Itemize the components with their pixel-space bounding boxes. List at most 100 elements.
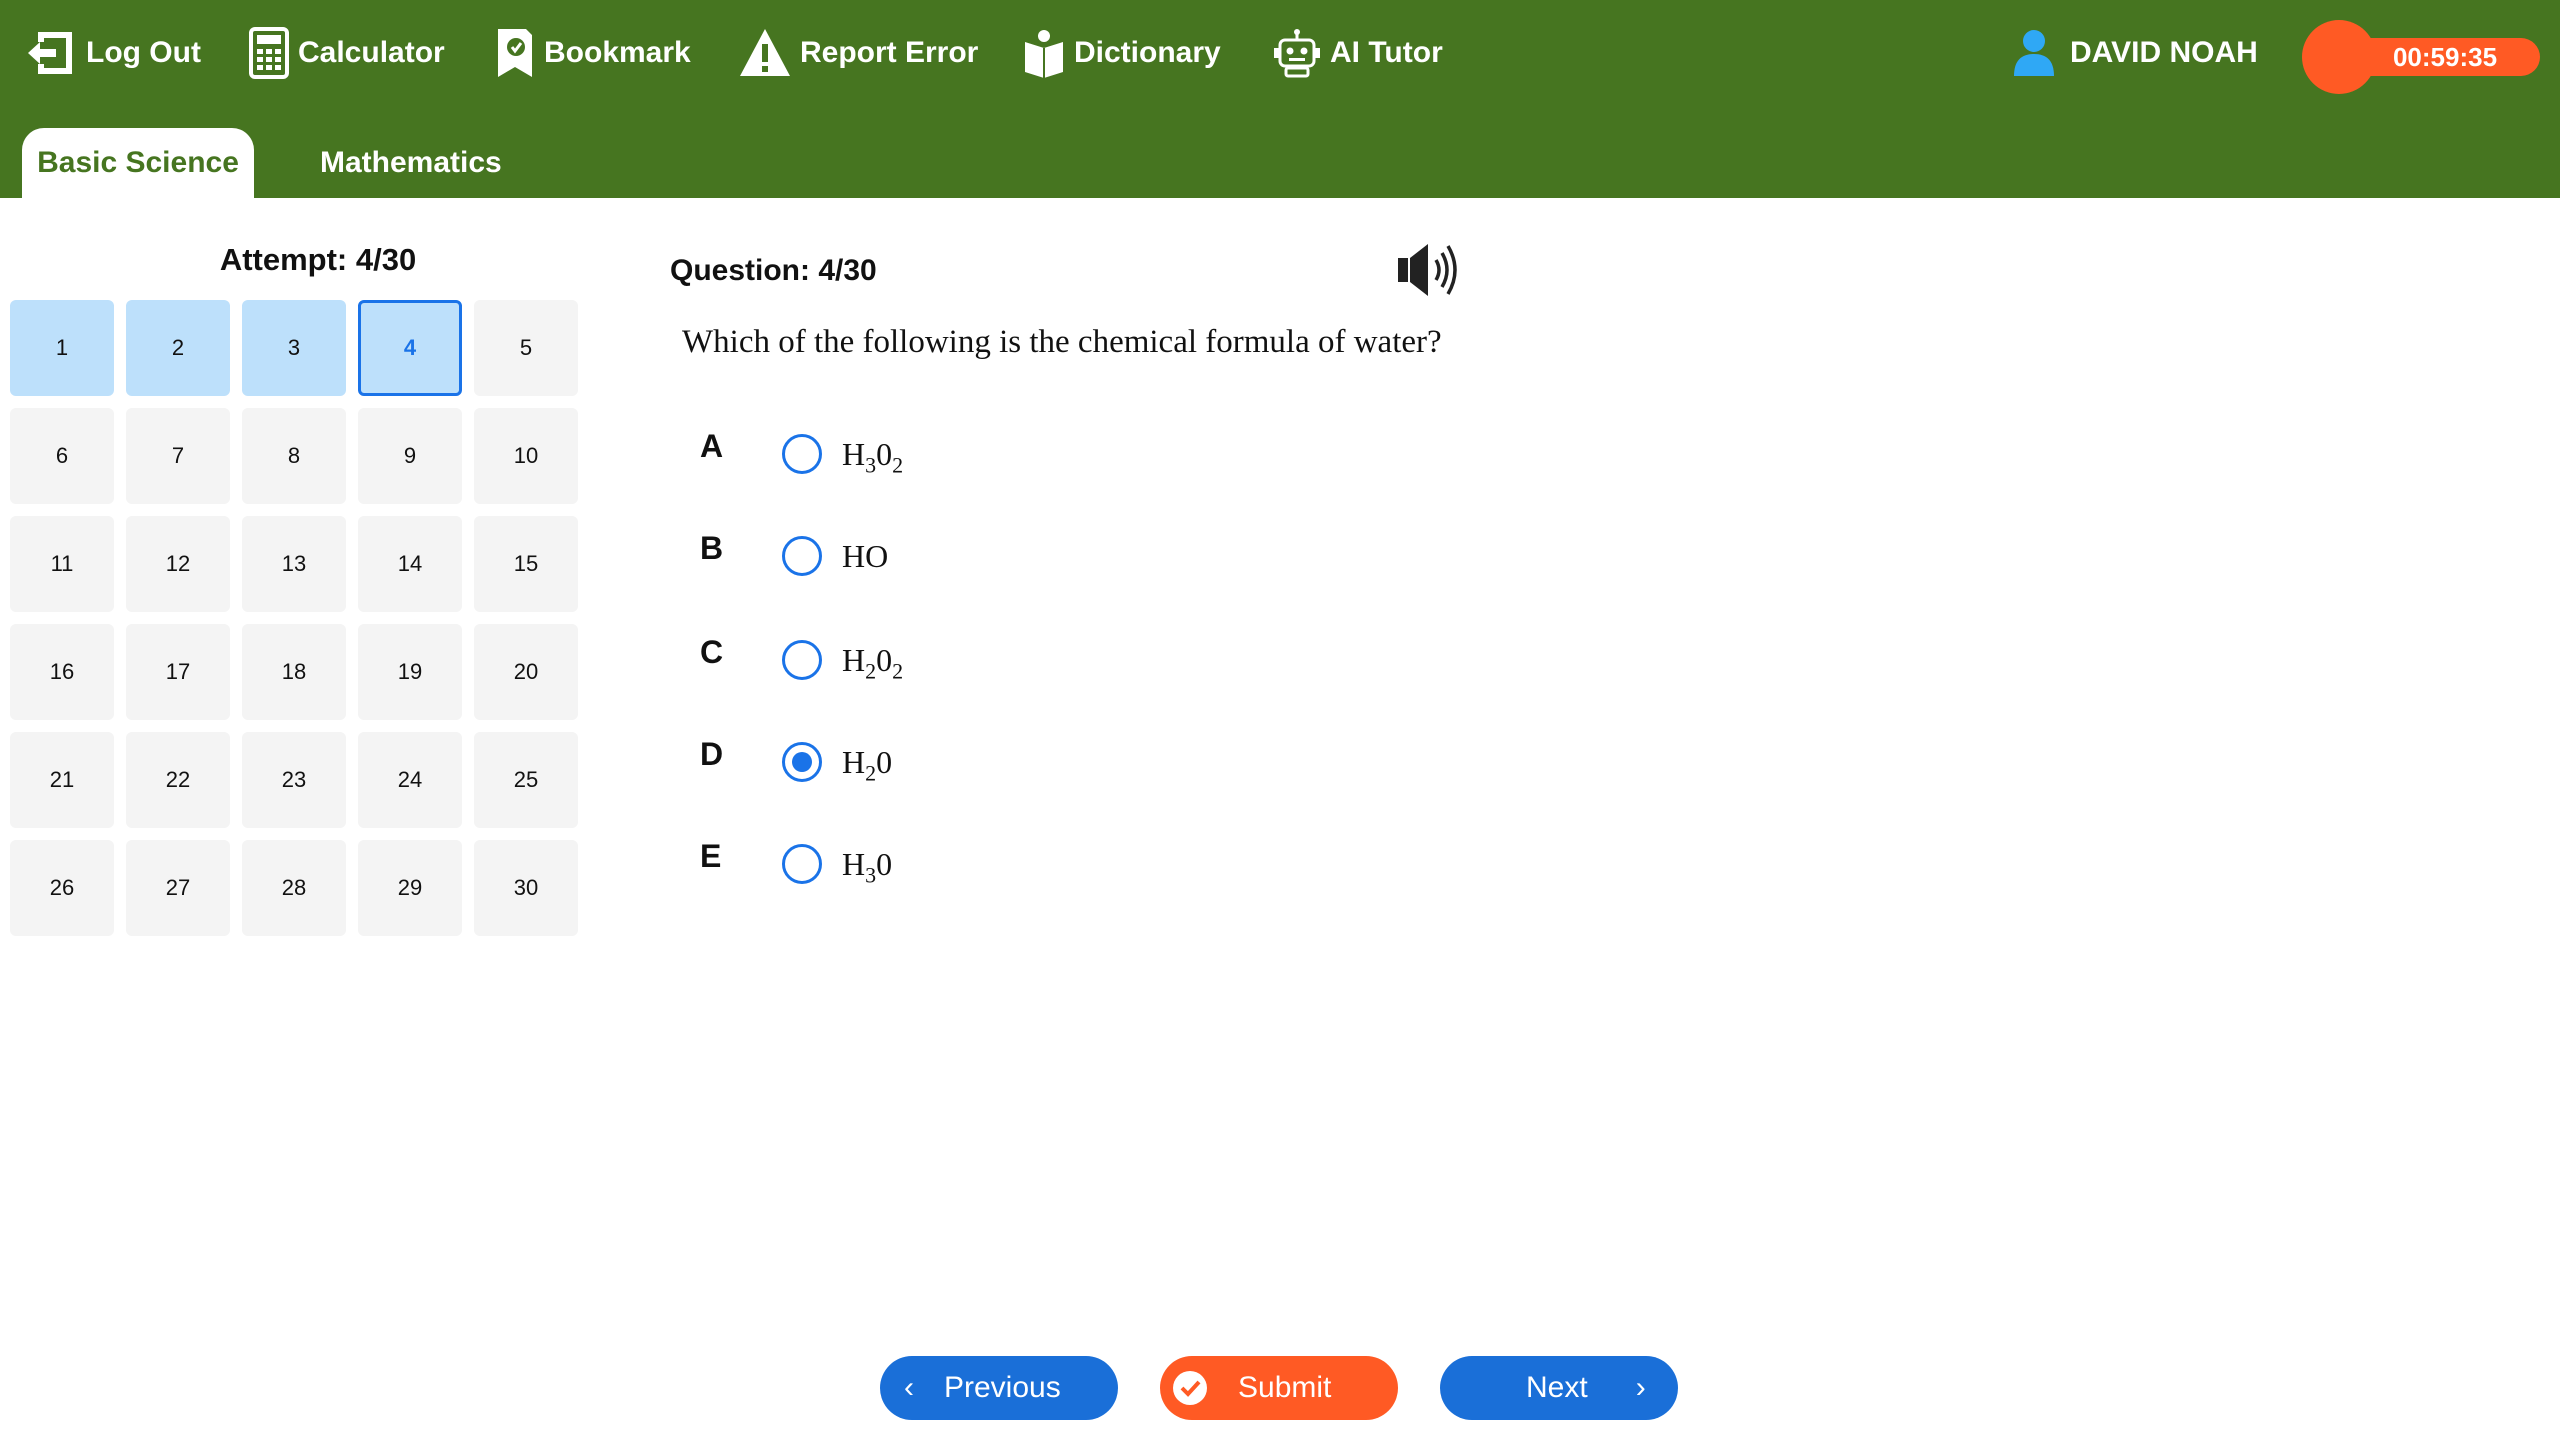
question-nav-26[interactable]: 26	[10, 840, 114, 936]
formula-part: 0	[876, 744, 893, 780]
tab-basic-science[interactable]: Basic Science	[22, 128, 254, 198]
toolbar: Log Out Calculator Bookmark Report Error…	[0, 0, 2560, 106]
option-radio[interactable]	[782, 434, 822, 474]
timer-value: 00:59:35	[2392, 42, 2498, 72]
option-text: H202	[842, 642, 903, 684]
header-bar: Log Out Calculator Bookmark Report Error…	[0, 0, 2560, 198]
calculator-icon	[249, 27, 289, 79]
question-nav-20[interactable]: 20	[474, 624, 578, 720]
formula-part: 0	[876, 642, 893, 678]
option-e[interactable]: E H30	[700, 836, 1300, 892]
tab-mathematics[interactable]: Mathematics	[320, 128, 502, 198]
option-radio[interactable]	[782, 844, 822, 884]
question-nav-9[interactable]: 9	[358, 408, 462, 504]
formula-part: HO	[842, 538, 889, 574]
question-nav-17[interactable]: 17	[126, 624, 230, 720]
question-nav-22[interactable]: 22	[126, 732, 230, 828]
option-letter: C	[700, 634, 724, 670]
question-nav-13[interactable]: 13	[242, 516, 346, 612]
question-nav-14[interactable]: 14	[358, 516, 462, 612]
option-b[interactable]: B HO	[700, 528, 1300, 584]
user-name: DAVID NOAH	[2070, 36, 2258, 69]
formula-part: H	[842, 436, 866, 472]
logout-button[interactable]: Log Out	[24, 22, 201, 84]
report-error-label: Report Error	[800, 36, 979, 69]
calculator-button[interactable]: Calculator	[248, 22, 445, 84]
chevron-right-icon: ›	[1635, 1371, 1646, 1404]
question-nav-29[interactable]: 29	[358, 840, 462, 936]
option-text: H20	[842, 744, 892, 786]
question-nav-27[interactable]: 27	[126, 840, 230, 936]
formula-part: H	[842, 846, 866, 882]
formula-part: H	[842, 642, 866, 678]
question-nav-3[interactable]: 3	[242, 300, 346, 396]
warning-icon	[740, 29, 790, 76]
logout-label: Log Out	[86, 36, 201, 69]
question-nav-6[interactable]: 6	[10, 408, 114, 504]
question-nav-23[interactable]: 23	[242, 732, 346, 828]
attempt-counter: Attempt: 4/30	[219, 242, 417, 277]
option-a[interactable]: A H302	[700, 426, 1300, 482]
formula-part: 2	[865, 658, 877, 684]
question-nav-7[interactable]: 7	[126, 408, 230, 504]
next-button[interactable]: Next ›	[1440, 1356, 1678, 1420]
formula-part: 2	[865, 760, 877, 786]
chevron-left-icon: ‹	[904, 1371, 914, 1404]
speaker-icon	[1398, 244, 1457, 296]
question-nav-18[interactable]: 18	[242, 624, 346, 720]
dictionary-button[interactable]: Dictionary	[1022, 22, 1221, 84]
formula-part: 3	[865, 862, 877, 888]
formula-part: 2	[892, 452, 904, 478]
formula-part: 3	[865, 452, 877, 478]
formula-part: 0	[876, 436, 893, 472]
question-nav-19[interactable]: 19	[358, 624, 462, 720]
robot-icon	[1274, 29, 1320, 78]
dictionary-label: Dictionary	[1074, 36, 1221, 69]
option-radio[interactable]	[782, 640, 822, 680]
question-nav-28[interactable]: 28	[242, 840, 346, 936]
read-aloud-button[interactable]	[1396, 240, 1464, 305]
question-nav-15[interactable]: 15	[474, 516, 578, 612]
countdown-timer: 00:59:35	[2302, 20, 2540, 94]
option-letter: B	[700, 530, 724, 566]
logout-icon	[28, 32, 72, 74]
option-text: H302	[842, 436, 903, 478]
question-navigator: 1 2 3 4 5 6 7 8 9 10 11 12 13 14 15 16 17 18 19 20 21 22 23 24 2…	[10, 300, 630, 936]
dictionary-icon	[1025, 30, 1063, 78]
bookmark-button[interactable]: Bookmark	[492, 22, 691, 84]
question-nav-11[interactable]: 11	[10, 516, 114, 612]
question-number: Question: 4/30	[670, 254, 877, 287]
formula-part: 0	[876, 846, 893, 882]
submit-label: Submit	[1238, 1371, 1332, 1404]
ai-tutor-button[interactable]: AI Tutor	[1272, 22, 1443, 84]
formula-part: H	[842, 744, 866, 780]
question-nav-16[interactable]: 16	[10, 624, 114, 720]
calculator-label: Calculator	[298, 36, 445, 69]
question-nav-25[interactable]: 25	[474, 732, 578, 828]
option-radio[interactable]	[782, 536, 822, 576]
option-radio[interactable]	[782, 742, 822, 782]
option-letter: E	[700, 838, 722, 874]
next-label: Next	[1526, 1371, 1588, 1404]
question-nav-24[interactable]: 24	[358, 732, 462, 828]
report-error-button[interactable]: Report Error	[738, 22, 978, 84]
user-profile[interactable]: DAVID NOAH	[2012, 22, 2258, 84]
question-nav-2[interactable]: 2	[126, 300, 230, 396]
question-nav-30[interactable]: 30	[474, 840, 578, 936]
option-letter: A	[700, 428, 724, 464]
question-nav-12[interactable]: 12	[126, 516, 230, 612]
question-text: Which of the following is the chemical f…	[682, 324, 1442, 360]
question-nav-4[interactable]: 4	[358, 300, 462, 396]
previous-button[interactable]: ‹ Previous	[880, 1356, 1118, 1420]
submit-button[interactable]: Submit	[1160, 1356, 1398, 1420]
option-d[interactable]: D H20	[700, 734, 1300, 790]
question-nav-1[interactable]: 1	[10, 300, 114, 396]
question-nav-21[interactable]: 21	[10, 732, 114, 828]
bookmark-icon	[498, 29, 532, 77]
question-nav-8[interactable]: 8	[242, 408, 346, 504]
option-c[interactable]: C H202	[700, 632, 1300, 688]
question-nav-10[interactable]: 10	[474, 408, 578, 504]
question-nav-5[interactable]: 5	[474, 300, 578, 396]
check-circle-icon	[1173, 1371, 1207, 1405]
option-text: H30	[842, 846, 892, 888]
